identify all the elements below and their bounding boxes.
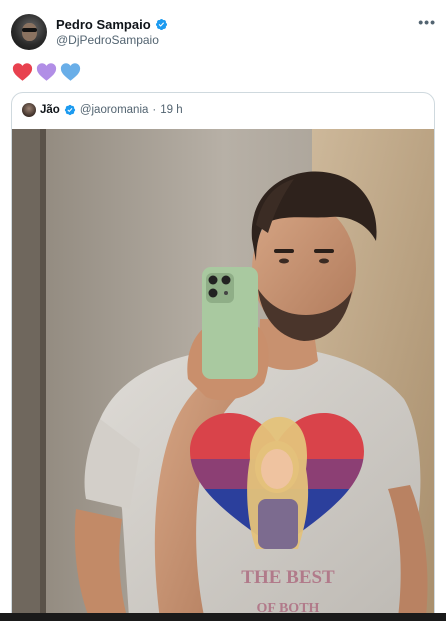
author-avatar[interactable]: [11, 14, 47, 50]
separator-dot: ·: [152, 104, 157, 116]
author-handle[interactable]: @DjPedroSampaio: [56, 33, 159, 47]
quoted-tweet-time[interactable]: 19 h: [160, 104, 182, 116]
blue-heart-icon: [60, 63, 81, 81]
author-name-row[interactable]: Pedro Sampaio: [56, 17, 168, 32]
tweet-text: [12, 62, 81, 82]
avatar-face: [22, 23, 37, 41]
verified-badge-icon: [64, 104, 75, 116]
quoted-author-handle[interactable]: @jaoromania: [80, 104, 149, 116]
quoted-tweet-header[interactable]: Jão @jaoromania · 19 h: [22, 102, 183, 118]
quoted-author-name[interactable]: Jão: [40, 104, 60, 116]
avatar-sunglasses: [22, 28, 37, 32]
mirror-selfie-photo: THE BEST OF BOTH: [12, 129, 434, 621]
red-heart-icon: [12, 63, 33, 81]
tweet[interactable]: Pedro Sampaio @DjPedroSampaio ••• Jão @j…: [0, 0, 446, 621]
verified-badge-icon: [155, 18, 167, 31]
quoted-tweet[interactable]: Jão @jaoromania · 19 h THE BEST OF BOTH: [11, 92, 435, 621]
more-options-icon[interactable]: •••: [418, 14, 436, 30]
purple-heart-icon: [36, 63, 57, 81]
shirt-text: THE BEST: [241, 567, 335, 588]
window-bottom-edge: [0, 613, 446, 621]
quoted-author-avatar[interactable]: [22, 103, 36, 117]
author-display-name[interactable]: Pedro Sampaio: [56, 17, 151, 32]
quoted-tweet-image[interactable]: THE BEST OF BOTH: [12, 129, 434, 621]
